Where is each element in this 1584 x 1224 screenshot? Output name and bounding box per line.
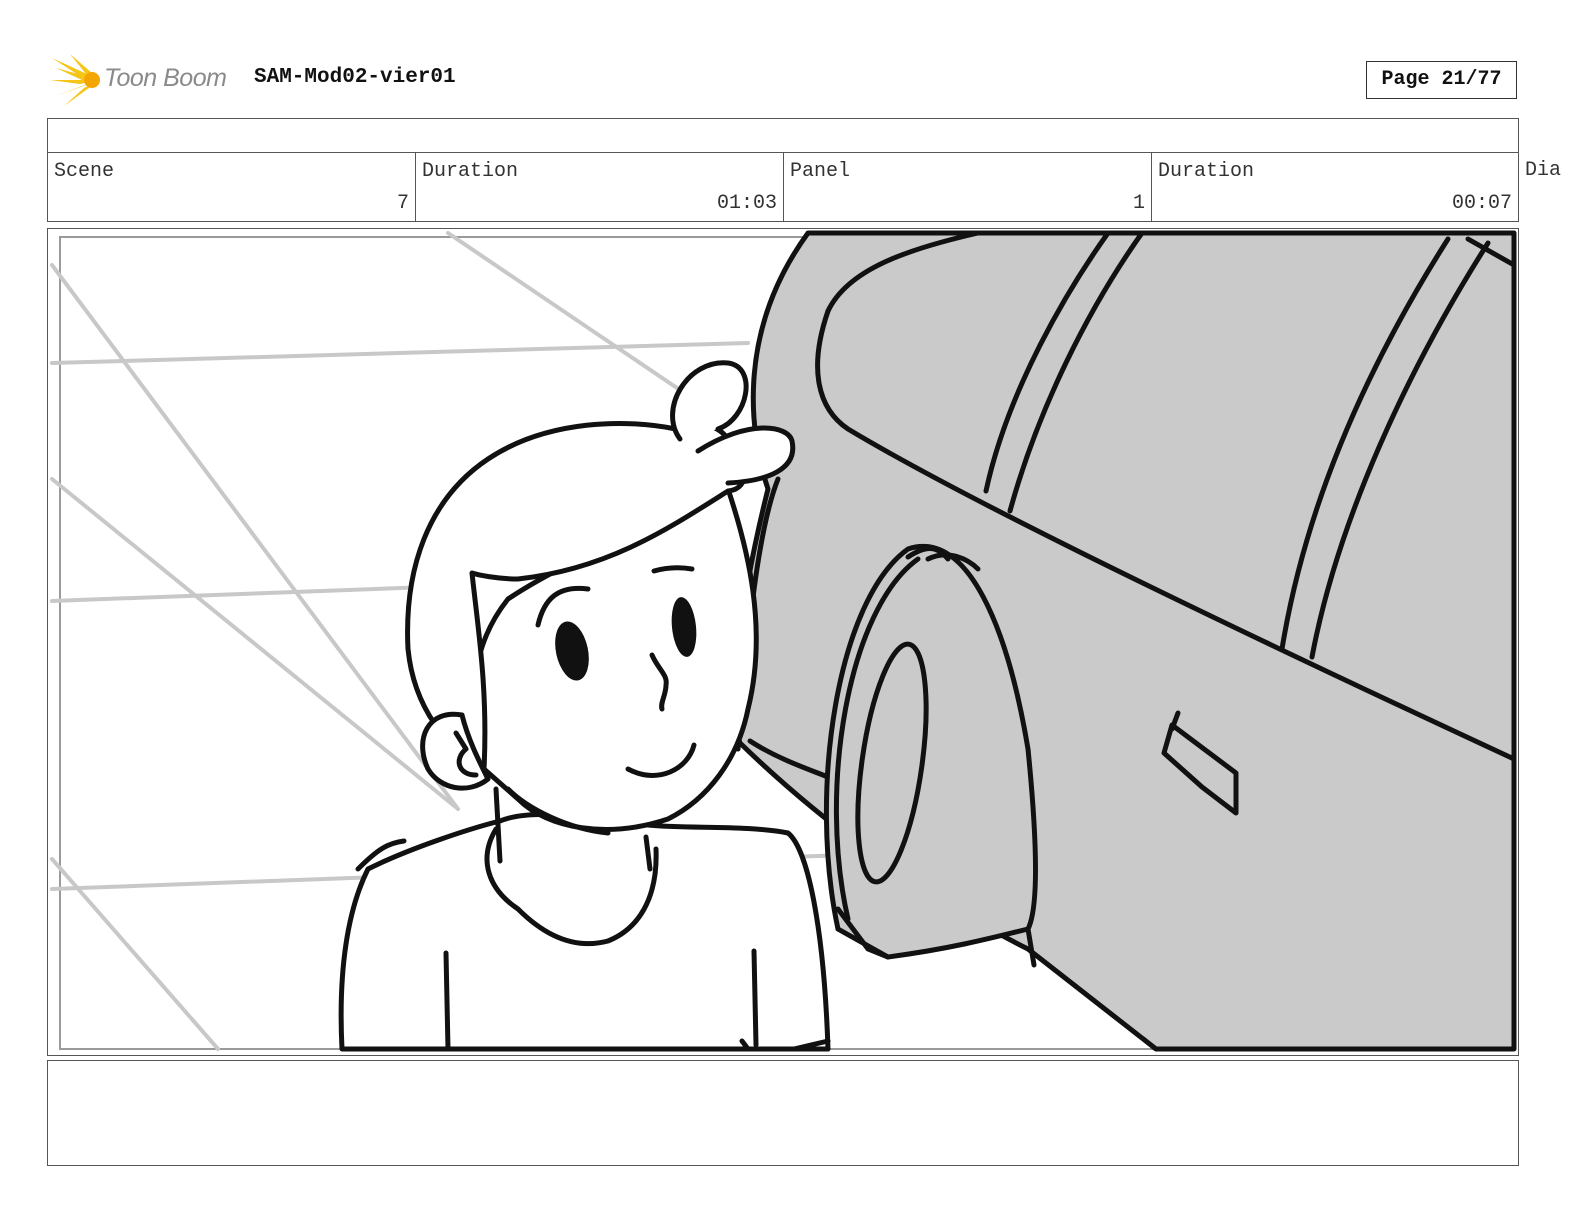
panel-duration-label: Duration [1158,160,1255,183]
scene-cell: Scene 7 [47,152,416,222]
scene-duration-label: Duration [422,160,519,183]
storyboard-panel [47,228,1519,1056]
page-indicator: Page 21/77 [1366,61,1517,99]
panel-duration-value: 00:07 [1451,192,1512,215]
scene-duration-value: 01:03 [716,192,777,215]
character-head [405,360,796,872]
panel-duration-cell: Duration 00:07 [1151,152,1519,222]
dialog-label: Dia [1525,159,1562,182]
project-title: SAM-Mod02-vier01 [254,66,456,89]
scene-label: Scene [54,160,115,183]
sequence-strip [47,118,1519,153]
panel-cell: Panel 1 [783,152,1152,222]
panel-sketch [50,230,1517,1052]
panel-value: 1 [1132,192,1145,215]
character-body [338,811,831,1052]
panel-notes-box [47,1060,1519,1166]
dialog-cell-clipped: Dia [1518,152,1584,222]
scene-duration-cell: Duration 01:03 [415,152,784,222]
panel-label: Panel [790,160,851,183]
logo-wordmark: Toon Boom [104,64,227,92]
scene-value: 7 [396,192,409,215]
